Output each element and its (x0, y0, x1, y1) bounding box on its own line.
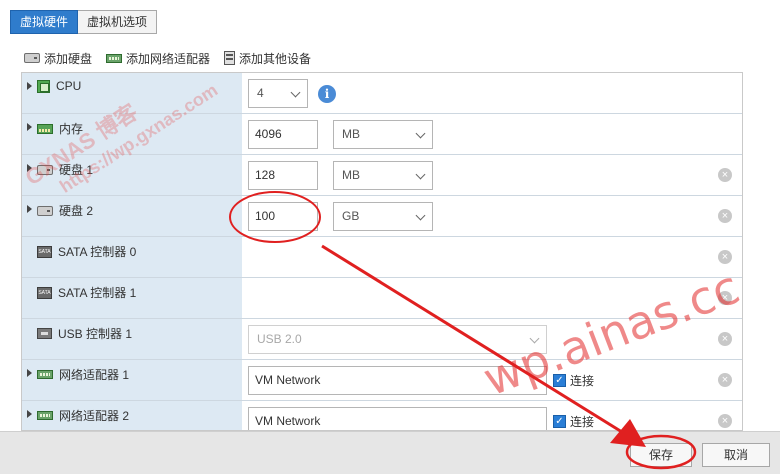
checkbox-checked-icon: ✓ (553, 374, 566, 387)
expand-caret-icon[interactable] (27, 123, 32, 131)
network-adapter-2-connect-checkbox[interactable]: ✓ 连接 (553, 413, 594, 430)
hardware-table: CPU 4 i 内存 4096 MB 硬盘 1 128 MB × 硬盘 2 10… (21, 72, 743, 431)
sata-1-label: SATA 控制器 1 (58, 286, 137, 300)
dialog-footer: 保存 取消 (0, 431, 780, 474)
remove-network-adapter-1-icon[interactable]: × (718, 373, 732, 387)
network-adapter-2-connect-label: 连接 (570, 415, 595, 429)
network-card-icon (37, 411, 53, 420)
info-icon[interactable]: i (318, 85, 336, 103)
toolbar: 添加硬盘 添加网络适配器 添加其他设备 (24, 49, 311, 67)
cpu-count-value: 4 (257, 86, 264, 100)
network-adapter-1-connect-label: 连接 (570, 374, 595, 388)
chevron-down-icon (415, 128, 426, 139)
row-label-sata-1: SATA SATA 控制器 1 (37, 284, 136, 301)
tab-virtual-hardware[interactable]: 虚拟硬件 (10, 10, 79, 34)
save-button[interactable]: 保存 (630, 443, 692, 467)
table-row-disk-2: 硬盘 2 100 GB × (22, 196, 742, 237)
row-label-usb-1: USB 控制器 1 (37, 325, 132, 342)
checkbox-checked-icon: ✓ (553, 415, 566, 428)
expand-caret-icon[interactable] (27, 205, 32, 213)
table-row-sata-0: SATA SATA 控制器 0 × (22, 237, 742, 278)
chevron-down-icon (529, 333, 540, 344)
disk-2-size-input[interactable]: 100 (248, 202, 318, 231)
usb-version-select[interactable]: USB 2.0 (248, 325, 547, 354)
disk-1-size-input[interactable]: 128 (248, 161, 318, 190)
cpu-count-select[interactable]: 4 (248, 79, 308, 108)
row-label-disk-2: 硬盘 2 (37, 202, 93, 219)
chevron-down-icon (415, 169, 426, 180)
add-network-adapter-button[interactable]: 添加网络适配器 (106, 50, 210, 67)
remove-sata-1-icon[interactable]: × (718, 291, 732, 305)
remove-network-adapter-2-icon[interactable]: × (718, 414, 732, 428)
cpu-label: CPU (56, 79, 82, 93)
row-label-sata-0: SATA SATA 控制器 0 (37, 243, 136, 260)
row-label-disk-1: 硬盘 1 (37, 161, 93, 178)
add-disk-label: 添加硬盘 (44, 51, 93, 66)
memory-icon (37, 123, 53, 134)
tab-bar: 虚拟硬件 虚拟机选项 (10, 10, 158, 34)
table-row-network-adapter-1: 网络适配器 1 VM Network ✓ 连接 × (22, 360, 742, 401)
cancel-button[interactable]: 取消 (702, 443, 770, 467)
table-row-memory: 内存 4096 MB (22, 114, 742, 155)
hard-disk-icon (37, 205, 53, 216)
expand-caret-icon[interactable] (27, 410, 32, 418)
disk-1-label: 硬盘 1 (59, 163, 94, 177)
chevron-down-icon (415, 210, 426, 221)
table-row-cpu: CPU 4 i (22, 73, 742, 114)
memory-label: 内存 (59, 122, 84, 136)
remove-sata-0-icon[interactable]: × (718, 250, 732, 264)
network-adapter-1-network-select[interactable]: VM Network (248, 366, 547, 395)
table-row-sata-1: SATA SATA 控制器 1 × (22, 278, 742, 319)
row-label-cpu: CPU (37, 79, 81, 93)
remove-disk-1-icon[interactable]: × (718, 168, 732, 182)
disk-1-unit-value: MB (342, 168, 360, 182)
memory-unit-select[interactable]: MB (333, 120, 433, 149)
row-label-memory: 内存 (37, 120, 83, 137)
add-other-device-label: 添加其他设备 (239, 51, 312, 66)
remove-disk-2-icon[interactable]: × (718, 209, 732, 223)
memory-unit-value: MB (342, 127, 360, 141)
disk-2-unit-select[interactable]: GB (333, 202, 433, 231)
usb-1-label: USB 控制器 1 (58, 327, 133, 341)
tab-vm-options[interactable]: 虚拟机选项 (78, 10, 158, 34)
expand-caret-icon[interactable] (27, 369, 32, 377)
sata-0-label: SATA 控制器 0 (58, 245, 137, 259)
sata-controller-icon: SATA (37, 286, 52, 299)
memory-size-input[interactable]: 4096 (248, 120, 318, 149)
disk-2-unit-value: GB (342, 209, 360, 223)
row-label-network-adapter-2: 网络适配器 2 (37, 407, 129, 424)
disk-1-unit-select[interactable]: MB (333, 161, 433, 190)
expand-caret-icon[interactable] (27, 164, 32, 172)
network-card-icon (37, 370, 53, 379)
usb-version-value: USB 2.0 (257, 332, 302, 346)
add-disk-button[interactable]: 添加硬盘 (24, 50, 92, 67)
device-icon (224, 51, 236, 65)
usb-controller-icon (37, 328, 52, 339)
hard-disk-icon (24, 53, 40, 63)
network-adapter-1-connect-checkbox[interactable]: ✓ 连接 (553, 372, 594, 389)
network-adapter-2-network-select[interactable]: VM Network (248, 407, 547, 430)
hard-disk-icon (37, 164, 53, 175)
expand-caret-icon[interactable] (27, 82, 32, 90)
remove-usb-1-icon[interactable]: × (718, 332, 732, 346)
row-label-network-adapter-1: 网络适配器 1 (37, 366, 129, 383)
chevron-down-icon (290, 87, 301, 98)
table-row-usb-1: USB 控制器 1 USB 2.0 × (22, 319, 742, 360)
add-other-device-button[interactable]: 添加其他设备 (224, 50, 311, 67)
cpu-icon (37, 79, 50, 93)
add-network-adapter-label: 添加网络适配器 (126, 51, 211, 66)
table-row-disk-1: 硬盘 1 128 MB × (22, 155, 742, 196)
network-adapter-2-label: 网络适配器 2 (59, 409, 130, 423)
network-adapter-1-label: 网络适配器 1 (59, 368, 130, 382)
network-card-icon (106, 53, 123, 63)
sata-controller-icon: SATA (37, 245, 52, 258)
disk-2-label: 硬盘 2 (59, 204, 94, 218)
table-row-network-adapter-2: 网络适配器 2 VM Network ✓ 连接 × (22, 401, 742, 430)
